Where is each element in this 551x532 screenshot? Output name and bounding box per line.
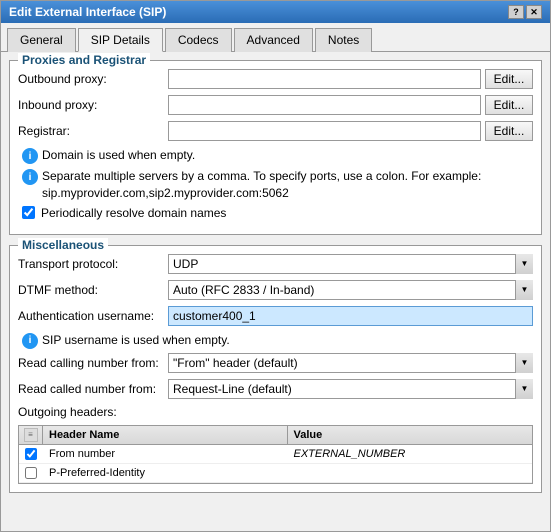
read-called-select[interactable]: Request-Line (default) To header [168,379,533,399]
title-bar-buttons: ? ✕ [508,5,542,19]
auth-row: Authentication username: [18,306,533,326]
dtmf-select[interactable]: Auto (RFC 2833 / In-band) RFC 2833 In-ba… [168,280,533,300]
table-row: From number EXTERNAL_NUMBER [19,445,532,464]
tab-general[interactable]: General [7,28,76,52]
auth-info-text: SIP username is used when empty. [42,332,230,349]
info-icon-2: i [22,169,38,185]
outbound-proxy-label: Outbound proxy: [18,72,168,86]
tab-notes[interactable]: Notes [315,28,372,52]
resolve-checkbox[interactable] [22,206,35,219]
proxies-group-title: Proxies and Registrar [18,53,150,67]
row1-header-name: From number [43,445,288,463]
outgoing-headers-label: Outgoing headers: [18,405,117,419]
tab-sip-details[interactable]: SIP Details [78,28,163,52]
row1-checkbox[interactable] [25,448,37,460]
table-header: ≡ Header Name Value [19,426,532,445]
registrar-row: Registrar: Edit... [18,121,533,141]
read-called-row: Read called number from: Request-Line (d… [18,379,533,399]
transport-label: Transport protocol: [18,257,168,271]
tab-advanced[interactable]: Advanced [234,28,313,52]
tab-codecs[interactable]: Codecs [165,28,232,52]
table-col-header-name: Header Name [43,426,288,444]
row2-checkbox-cell [19,464,43,482]
registrar-input[interactable] [168,121,481,141]
info-text-2: Separate multiple servers by a comma. To… [42,168,533,202]
registrar-label: Registrar: [18,124,168,138]
row1-value: EXTERNAL_NUMBER [288,445,533,463]
auth-input[interactable] [168,306,533,326]
row2-checkbox[interactable] [25,467,37,479]
inbound-proxy-input[interactable] [168,95,481,115]
misc-group-title: Miscellaneous [18,238,108,252]
registrar-edit-button[interactable]: Edit... [485,121,533,141]
inbound-proxy-label: Inbound proxy: [18,98,168,112]
table-row: P-Preferred-Identity [19,464,532,483]
help-button[interactable]: ? [508,5,524,19]
dtmf-label: DTMF method: [18,283,168,297]
read-calling-row: Read calling number from: "From" header … [18,353,533,373]
row2-header-name: P-Preferred-Identity [43,464,288,482]
read-calling-label: Read calling number from: [18,356,168,370]
transport-select[interactable]: UDP TCP TLS [168,254,533,274]
tab-content: Proxies and Registrar Outbound proxy: Ed… [1,52,550,531]
read-calling-select-wrapper: "From" header (default) P-Asserted-Ident… [168,353,533,373]
window-title: Edit External Interface (SIP) [9,5,166,19]
outbound-proxy-input[interactable] [168,69,481,89]
table-col-value: Value [288,426,533,444]
auth-info-icon: i [22,333,38,349]
title-bar: Edit External Interface (SIP) ? ✕ [1,1,550,23]
row2-value [288,464,533,482]
auth-info-row: i SIP username is used when empty. [18,332,533,349]
table-col-icon: ≡ [19,426,43,444]
info-icon-1: i [22,148,38,164]
outgoing-headers-label-row: Outgoing headers: [18,405,533,419]
resolve-checkbox-label: Periodically resolve domain names [41,206,226,220]
read-called-label: Read called number from: [18,382,168,396]
proxies-group: Proxies and Registrar Outbound proxy: Ed… [9,60,542,235]
transport-row: Transport protocol: UDP TCP TLS ▼ [18,254,533,274]
close-button[interactable]: ✕ [526,5,542,19]
table-header-icon: ≡ [24,428,38,442]
info-text-1: Domain is used when empty. [42,147,195,164]
read-called-select-wrapper: Request-Line (default) To header ▼ [168,379,533,399]
transport-select-wrapper: UDP TCP TLS ▼ [168,254,533,274]
outbound-proxy-row: Outbound proxy: Edit... [18,69,533,89]
row1-checkbox-cell [19,445,43,463]
auth-label: Authentication username: [18,309,168,323]
inbound-proxy-row: Inbound proxy: Edit... [18,95,533,115]
tab-bar: General SIP Details Codecs Advanced Note… [1,23,550,52]
read-calling-select[interactable]: "From" header (default) P-Asserted-Ident… [168,353,533,373]
main-window: Edit External Interface (SIP) ? ✕ Genera… [0,0,551,532]
resolve-checkbox-row: Periodically resolve domain names [18,206,533,220]
info-row-1: i Domain is used when empty. [18,147,533,164]
dtmf-row: DTMF method: Auto (RFC 2833 / In-band) R… [18,280,533,300]
misc-group: Miscellaneous Transport protocol: UDP TC… [9,245,542,493]
inbound-proxy-edit-button[interactable]: Edit... [485,95,533,115]
outbound-proxy-edit-button[interactable]: Edit... [485,69,533,89]
info-row-2: i Separate multiple servers by a comma. … [18,168,533,202]
dtmf-select-wrapper: Auto (RFC 2833 / In-band) RFC 2833 In-ba… [168,280,533,300]
headers-table: ≡ Header Name Value From number EXTERNAL… [18,425,533,484]
